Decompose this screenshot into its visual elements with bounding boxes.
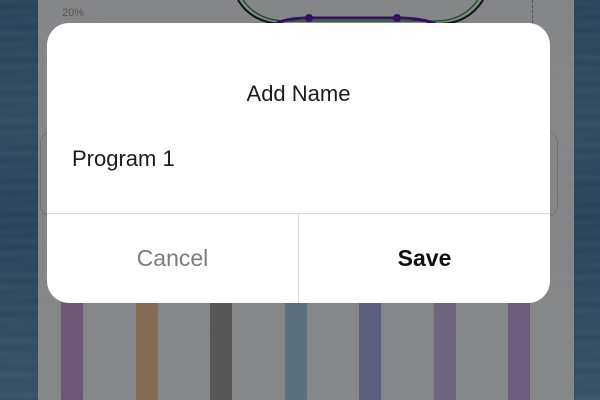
add-name-dialog: Add Name Cancel Save [47, 23, 550, 303]
dialog-title: Add Name [246, 81, 351, 106]
save-button[interactable]: Save [299, 214, 550, 303]
screen: 20% Add Name Cancel Save [0, 0, 600, 400]
cancel-button[interactable]: Cancel [47, 214, 298, 303]
name-input[interactable] [72, 143, 522, 175]
